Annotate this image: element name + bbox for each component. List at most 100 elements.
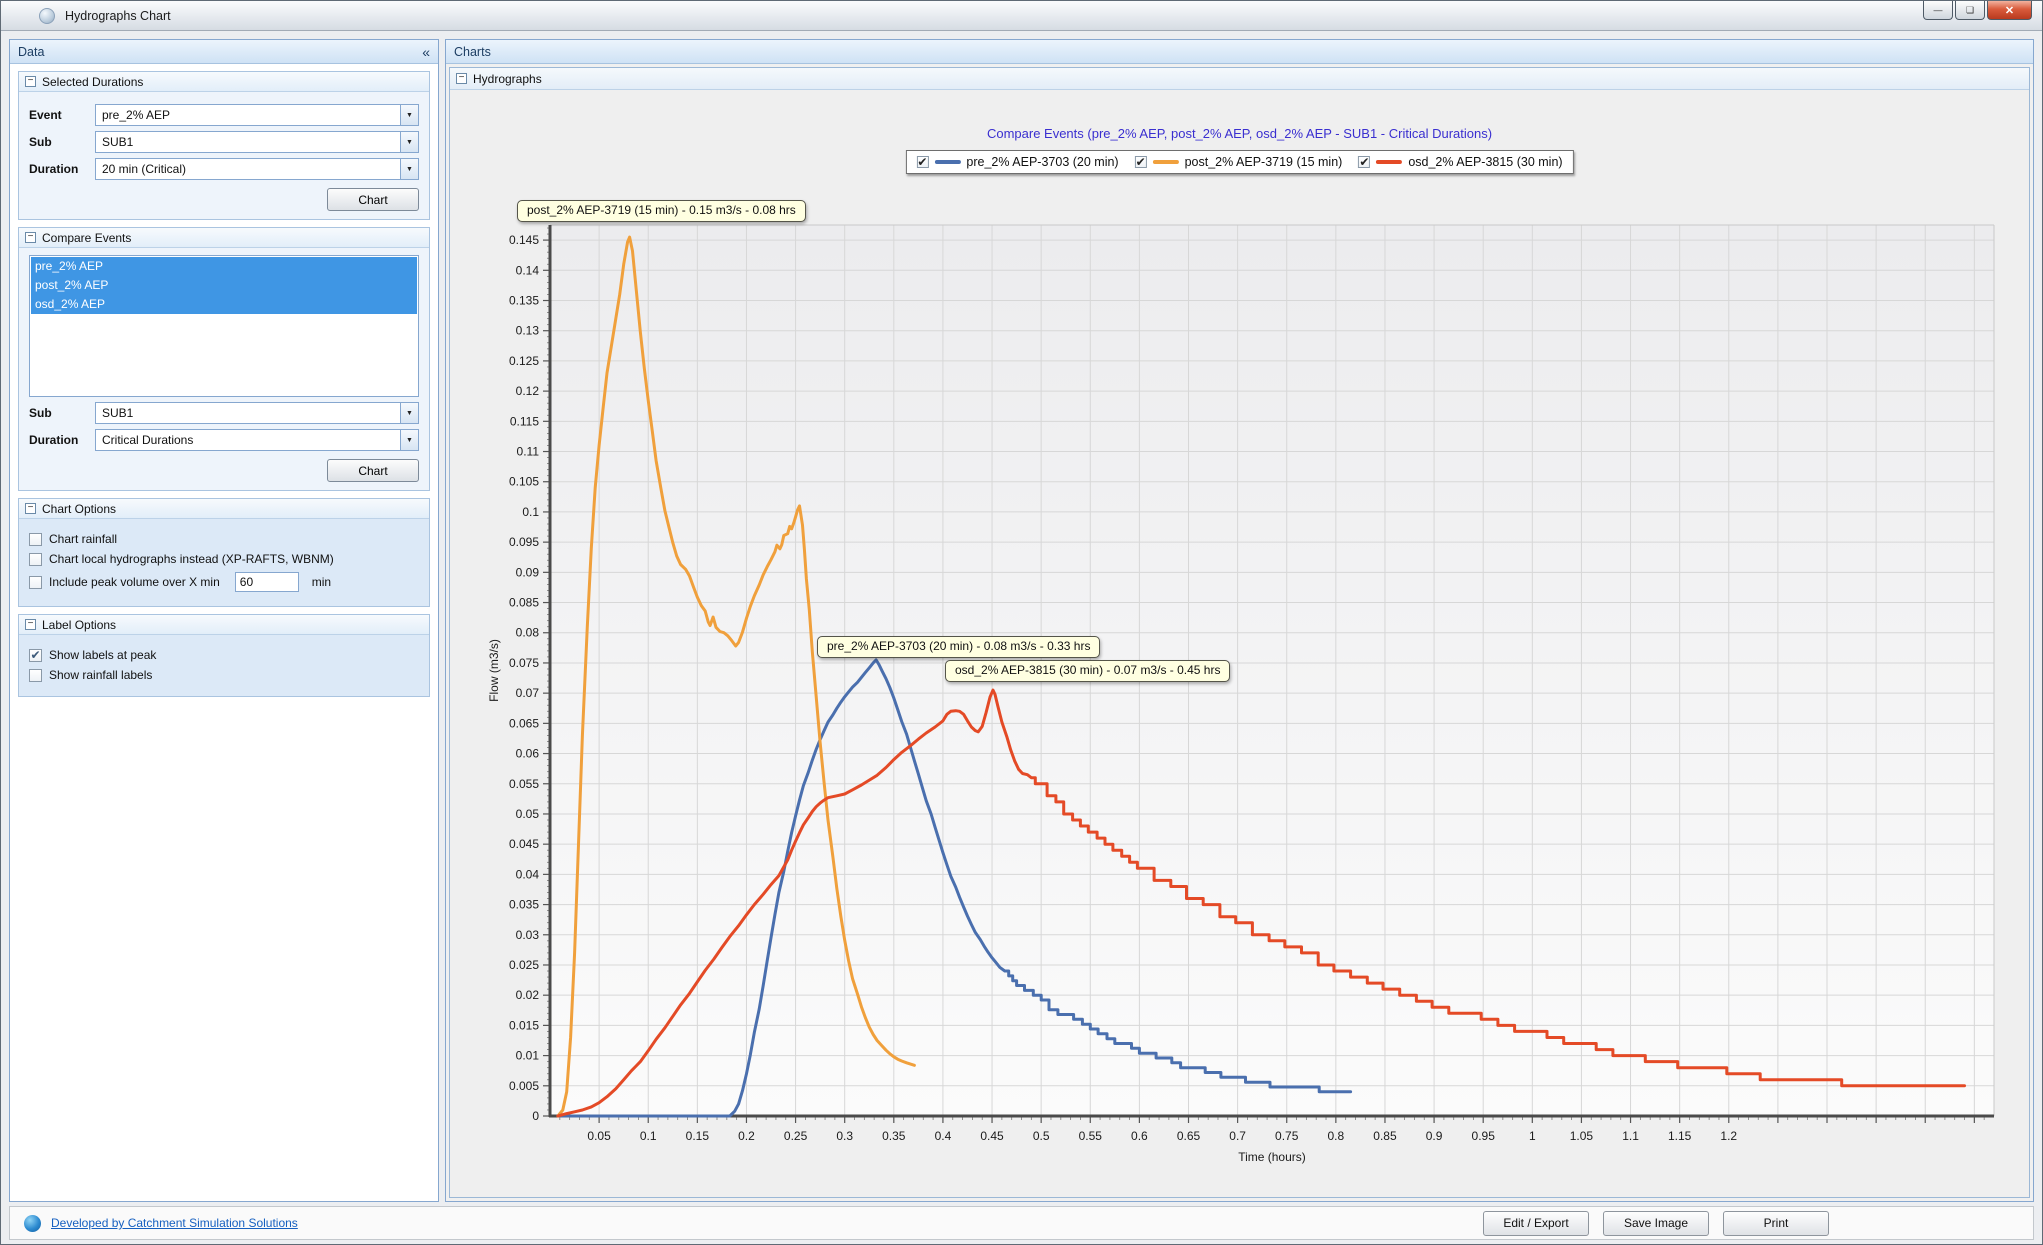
group-title: Chart Options xyxy=(42,502,116,516)
svg-text:0.025: 0.025 xyxy=(509,958,539,972)
svg-text:0.35: 0.35 xyxy=(882,1129,906,1143)
legend-checkbox[interactable]: ✔ xyxy=(916,156,928,168)
svg-text:0.005: 0.005 xyxy=(509,1079,539,1093)
svg-text:Time (hours): Time (hours) xyxy=(1238,1150,1306,1164)
label-options-group: − Label Options ✔ Show labels at peak Sh… xyxy=(18,614,430,697)
chart-button[interactable]: Chart xyxy=(327,459,419,482)
compare-duration-row: Duration Critical Durations ▼ xyxy=(29,429,419,451)
svg-text:0.85: 0.85 xyxy=(1373,1129,1397,1143)
compare-sub-select[interactable]: SUB1 ▼ xyxy=(95,402,419,424)
chart-options-header: − Chart Options xyxy=(19,499,429,519)
svg-text:0.13: 0.13 xyxy=(516,324,540,338)
svg-text:0.095: 0.095 xyxy=(509,535,539,549)
developer-link[interactable]: Developed by Catchment Simulation Soluti… xyxy=(51,1216,298,1230)
legend-line-swatch xyxy=(1153,160,1179,164)
selected-durations-header: − Selected Durations xyxy=(19,72,429,92)
window-title: Hydrographs Chart xyxy=(65,9,171,23)
svg-text:0.115: 0.115 xyxy=(510,414,539,428)
collapse-group-icon[interactable]: − xyxy=(25,503,36,514)
svg-text:0.105: 0.105 xyxy=(509,475,539,489)
svg-text:0.6: 0.6 xyxy=(1131,1129,1148,1143)
chart-rainfall-checkbox[interactable] xyxy=(29,533,42,546)
collapse-group-icon[interactable]: − xyxy=(25,232,36,243)
svg-text:0.045: 0.045 xyxy=(509,837,539,851)
print-button[interactable]: Print xyxy=(1723,1211,1829,1236)
collapse-panel-icon[interactable]: « xyxy=(422,44,430,60)
show-peak-labels-checkbox[interactable]: ✔ xyxy=(29,649,42,662)
window-controls: — ❏ ✕ xyxy=(1921,1,2032,20)
hydrographs-header: − Hydrographs xyxy=(450,68,2029,90)
svg-text:0.75: 0.75 xyxy=(1275,1129,1299,1143)
collapse-group-icon[interactable]: − xyxy=(25,76,36,87)
chart-local-hydrographs-checkbox[interactable] xyxy=(29,553,42,566)
collapse-group-icon[interactable]: − xyxy=(456,73,467,84)
event-select[interactable]: pre_2% AEP ▼ xyxy=(95,104,419,126)
svg-text:1: 1 xyxy=(1529,1129,1536,1143)
svg-text:0.1: 0.1 xyxy=(640,1129,657,1143)
data-panel: Data « − Selected Durations Event pre_2%… xyxy=(9,39,439,1202)
peak-volume-minutes-input[interactable]: 60 xyxy=(235,572,299,592)
peak-callout-osd: osd_2% AEP-3815 (30 min) - 0.07 m3/s - 0… xyxy=(945,660,1230,682)
sub-label: Sub xyxy=(29,406,95,420)
svg-text:0.09: 0.09 xyxy=(516,565,540,579)
list-item[interactable]: post_2% AEP xyxy=(31,276,417,295)
show-peak-labels-row: ✔ Show labels at peak xyxy=(29,648,419,662)
svg-text:0.08: 0.08 xyxy=(516,626,540,640)
sub-value: SUB1 xyxy=(96,403,400,423)
peak-volume-checkbox[interactable] xyxy=(29,576,42,589)
chevron-down-icon[interactable]: ▼ xyxy=(400,132,418,152)
peak-callout-pre: pre_2% AEP-3703 (20 min) - 0.08 m3/s - 0… xyxy=(817,636,1100,658)
svg-text:0.04: 0.04 xyxy=(516,867,540,881)
svg-text:0.05: 0.05 xyxy=(516,807,540,821)
svg-text:0.2: 0.2 xyxy=(738,1129,755,1143)
minimize-button[interactable]: — xyxy=(1923,1,1953,20)
legend-line-swatch xyxy=(934,160,960,164)
chevron-down-icon[interactable]: ▼ xyxy=(400,403,418,423)
svg-text:0: 0 xyxy=(532,1109,539,1123)
list-item[interactable]: osd_2% AEP xyxy=(31,295,417,314)
chart-legend: ✔pre_2% AEP-3703 (20 min) ✔post_2% AEP-37… xyxy=(905,150,1573,174)
legend-item: ✔pre_2% AEP-3703 (20 min) xyxy=(916,155,1118,169)
compare-duration-select[interactable]: Critical Durations ▼ xyxy=(95,429,419,451)
svg-text:0.7: 0.7 xyxy=(1229,1129,1246,1143)
close-button[interactable]: ✕ xyxy=(1987,1,2032,20)
legend-checkbox[interactable]: ✔ xyxy=(1358,156,1370,168)
svg-text:0.075: 0.075 xyxy=(509,656,539,670)
footer-buttons: Edit / Export Save Image Print xyxy=(1469,1211,1829,1236)
restore-button[interactable]: ❏ xyxy=(1955,1,1985,20)
data-panel-title: Data xyxy=(18,45,44,59)
svg-text:0.135: 0.135 xyxy=(509,294,539,308)
peak-callout-post: post_2% AEP-3719 (15 min) - 0.15 m3/s - … xyxy=(517,200,806,222)
svg-text:0.15: 0.15 xyxy=(686,1129,710,1143)
svg-text:0.145: 0.145 xyxy=(509,233,539,247)
list-item[interactable]: pre_2% AEP xyxy=(31,257,417,276)
duration-select[interactable]: 20 min (Critical) ▼ xyxy=(95,158,419,180)
chevron-down-icon[interactable]: ▼ xyxy=(400,159,418,179)
duration-value: Critical Durations xyxy=(96,430,400,450)
save-image-button[interactable]: Save Image xyxy=(1603,1211,1709,1236)
legend-checkbox[interactable]: ✔ xyxy=(1135,156,1147,168)
show-rainfall-labels-checkbox[interactable] xyxy=(29,669,42,682)
chart-button[interactable]: Chart xyxy=(327,188,419,211)
group-title: Label Options xyxy=(42,618,116,632)
csts-logo-icon xyxy=(24,1215,41,1232)
svg-text:1.15: 1.15 xyxy=(1668,1129,1692,1143)
duration-label: Duration xyxy=(29,433,95,447)
hydrographs-title: Hydrographs xyxy=(473,72,542,86)
duration-value: 20 min (Critical) xyxy=(96,159,400,179)
chevron-down-icon[interactable]: ▼ xyxy=(400,430,418,450)
sub-label: Sub xyxy=(29,135,95,149)
selected-durations-group: − Selected Durations Event pre_2% AEP ▼ … xyxy=(18,71,430,220)
sub-select[interactable]: SUB1 ▼ xyxy=(95,131,419,153)
svg-text:0.95: 0.95 xyxy=(1472,1129,1496,1143)
chevron-down-icon[interactable]: ▼ xyxy=(400,105,418,125)
collapse-group-icon[interactable]: − xyxy=(25,619,36,630)
svg-text:0.085: 0.085 xyxy=(509,596,539,610)
edit-export-button[interactable]: Edit / Export xyxy=(1483,1211,1589,1236)
compare-events-header: − Compare Events xyxy=(19,228,429,248)
legend-item: ✔post_2% AEP-3719 (15 min) xyxy=(1135,155,1343,169)
sub-row: Sub SUB1 ▼ xyxy=(29,131,419,153)
svg-text:0.035: 0.035 xyxy=(509,898,539,912)
compare-events-listbox[interactable]: pre_2% AEP post_2% AEP osd_2% AEP xyxy=(29,255,419,397)
data-panel-header: Data « xyxy=(10,40,438,64)
